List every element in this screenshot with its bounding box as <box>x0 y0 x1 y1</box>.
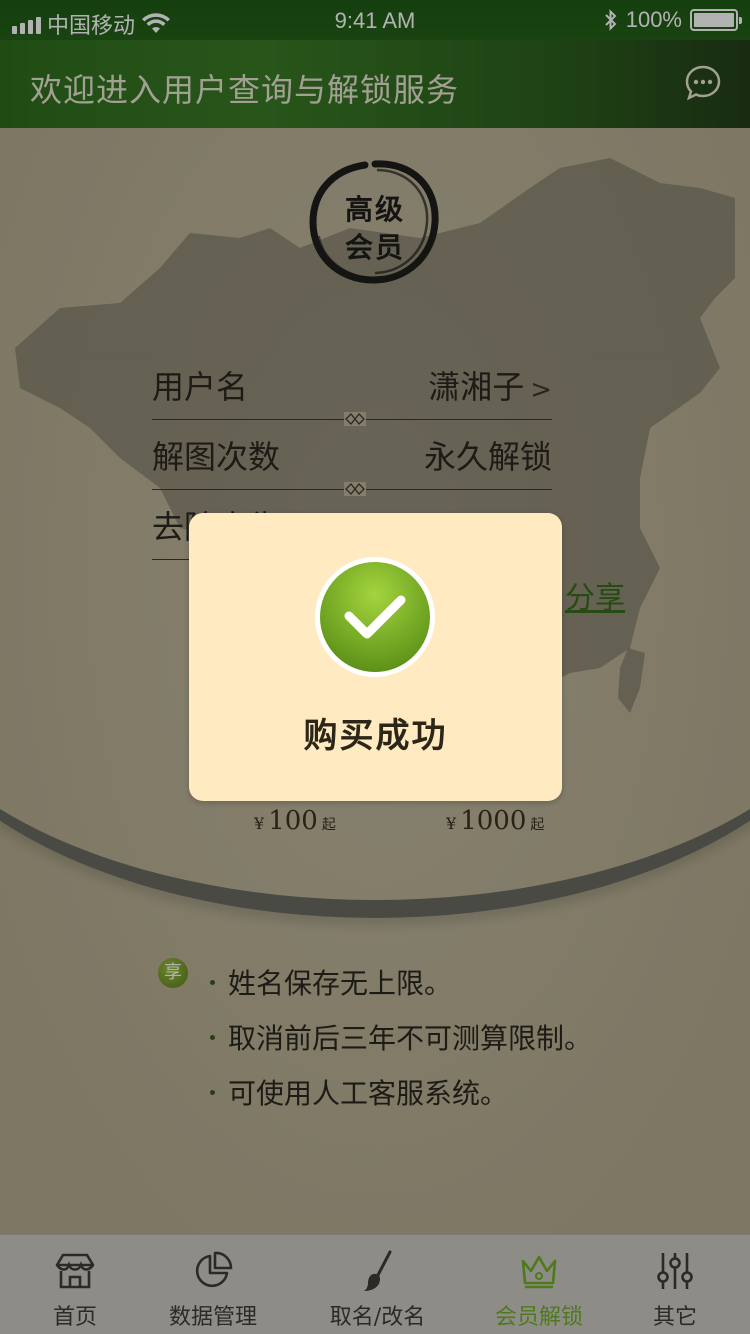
tab-label: 取名/改名 <box>329 1305 426 1330</box>
success-badge <box>315 557 435 677</box>
pie-chart-icon <box>195 1251 233 1288</box>
home-icon <box>55 1253 95 1289</box>
tab-label: 会员解锁 <box>494 1305 583 1330</box>
tab-data-management[interactable]: 数据管理 <box>158 1235 268 1334</box>
tab-other[interactable]: 其它 <box>630 1235 720 1334</box>
tab-bar: 首页 数据管理 取名/改名 会员解锁 其它 <box>0 1234 750 1334</box>
success-message: 购买成功 <box>303 716 448 756</box>
brush-icon <box>363 1250 391 1291</box>
crown-icon <box>521 1255 557 1289</box>
purchase-success-dialog: 购买成功 <box>189 513 562 801</box>
tab-member-unlock[interactable]: 会员解锁 <box>484 1235 594 1334</box>
tab-label: 数据管理 <box>168 1305 257 1330</box>
sliders-icon <box>657 1253 693 1289</box>
tab-naming[interactable]: 取名/改名 <box>315 1235 440 1334</box>
tab-label: 其它 <box>652 1305 697 1330</box>
tab-label: 首页 <box>52 1305 97 1330</box>
checkmark-icon <box>344 595 406 639</box>
tab-home[interactable]: 首页 <box>30 1235 120 1334</box>
